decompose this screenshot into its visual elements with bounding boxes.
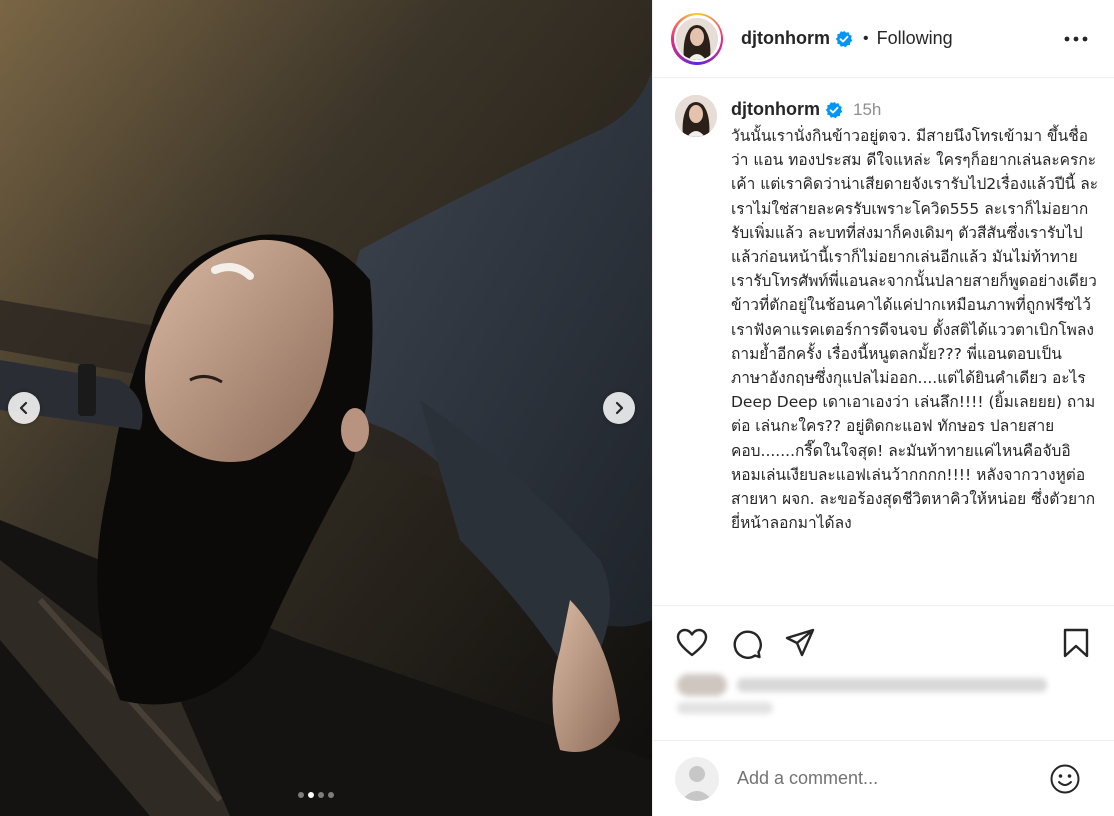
share-button[interactable] — [783, 626, 817, 660]
separator-dot: • — [862, 29, 869, 47]
verified-badge-icon — [835, 30, 853, 48]
comment-input[interactable] — [737, 768, 1037, 789]
chevron-left-icon — [19, 401, 28, 415]
caption-text: วันนั้นเรานั่งกินข้าวอยู่ตจว. มีสายนึงโท… — [731, 127, 1102, 533]
heart-icon — [676, 628, 708, 657]
emoji-button[interactable] — [1049, 763, 1081, 795]
more-options-icon — [1064, 36, 1088, 42]
liked-by-text — [737, 678, 1047, 692]
post-header: djtonhorm • Following — [653, 0, 1114, 78]
header-username[interactable]: djtonhorm — [741, 28, 830, 49]
more-options-button[interactable] — [1064, 27, 1088, 51]
post-side-panel: djtonhorm • Following djtonhorm 15h วันน… — [652, 0, 1114, 816]
caption-header: djtonhorm 15h — [731, 99, 881, 120]
caption-scroll-area[interactable]: djtonhorm 15h วันนั้นเรานั่งกินข้าวอยู่ต… — [653, 79, 1114, 605]
carousel-dot — [328, 792, 334, 798]
share-icon — [785, 628, 815, 657]
emoji-icon — [1050, 764, 1080, 794]
comment-button[interactable] — [729, 626, 763, 660]
caption-avatar[interactable] — [675, 95, 717, 137]
bookmark-icon — [1063, 628, 1089, 658]
post-photo — [0, 0, 652, 816]
current-user-avatar — [675, 756, 719, 801]
story-ring[interactable] — [671, 12, 723, 65]
verified-badge-icon — [825, 101, 843, 119]
carousel-dot — [298, 792, 304, 798]
post-media[interactable] — [0, 0, 652, 816]
post-timestamp[interactable]: 15h — [853, 100, 881, 120]
caption-username[interactable]: djtonhorm — [731, 99, 820, 120]
comment-icon — [733, 630, 762, 659]
carousel-indicator — [298, 792, 334, 798]
carousel-next-button[interactable] — [603, 392, 635, 424]
carousel-dot-active — [308, 792, 314, 798]
chevron-right-icon — [615, 401, 624, 415]
carousel-dot — [318, 792, 324, 798]
following-button[interactable]: Following — [877, 28, 953, 49]
liked-by-blurred — [677, 670, 1057, 720]
liked-by-subtext — [677, 702, 773, 714]
carousel-prev-button[interactable] — [8, 392, 40, 424]
action-bar — [653, 605, 1114, 675]
save-button[interactable] — [1059, 626, 1093, 660]
avatar — [676, 17, 718, 60]
like-button[interactable] — [675, 626, 709, 660]
liker-avatars — [677, 674, 727, 696]
comment-composer — [653, 740, 1114, 816]
